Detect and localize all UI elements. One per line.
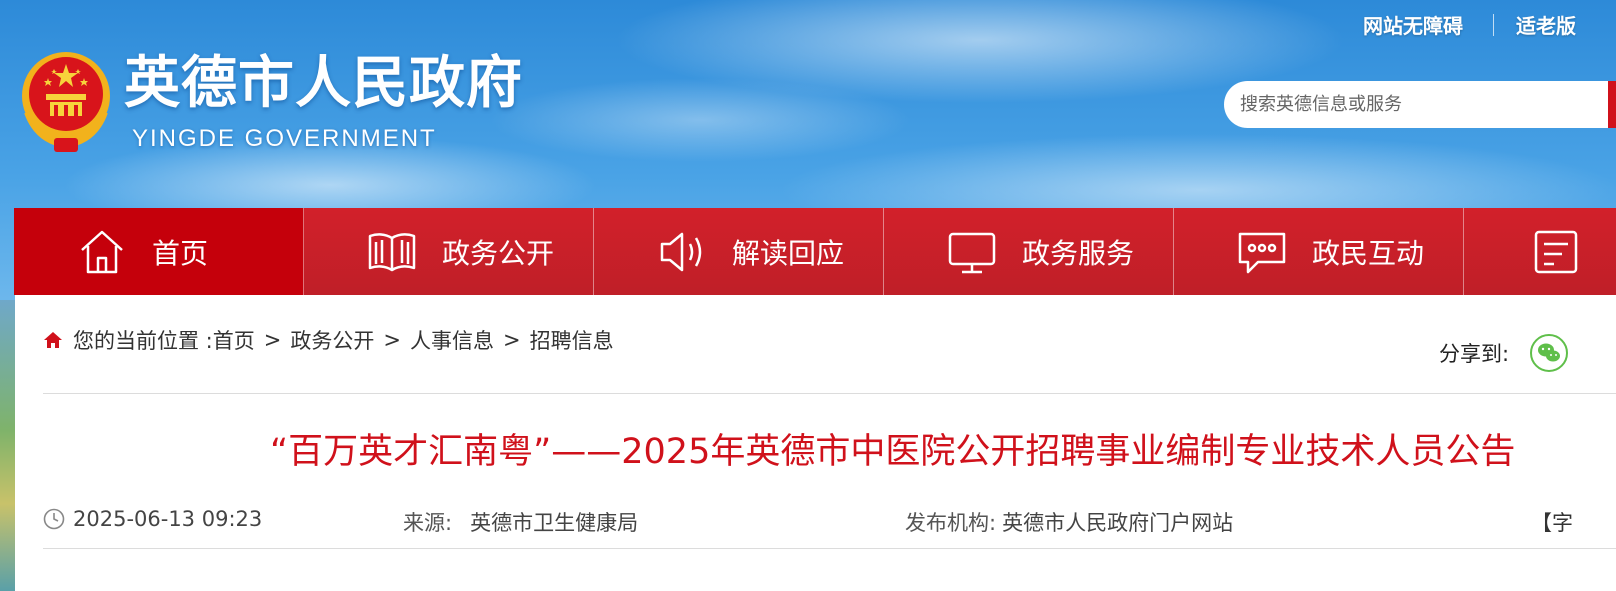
breadcrumb-separator: > xyxy=(502,328,521,352)
meta-divider xyxy=(43,548,1616,549)
background-landscape-strip xyxy=(0,300,15,591)
clock-icon xyxy=(43,508,65,530)
article-title: “百万英才汇南粤”——2025年英德市中医院公开招聘事业编制专业技术人员公告 xyxy=(270,432,1516,472)
share-bar: 分享到: xyxy=(1439,333,1569,373)
wechat-icon[interactable] xyxy=(1529,333,1569,373)
article-publisher: 发布机构: 英德市人民政府门户网站 xyxy=(905,507,1233,537)
nav-label-gov-affairs-open: 政务公开 xyxy=(442,236,555,270)
elderly-mode-link[interactable]: 适老版 xyxy=(1516,10,1576,39)
book-icon xyxy=(368,232,416,271)
nav-item-gov-services[interactable]: 政务服务 xyxy=(884,208,1174,295)
nav-item-more[interactable] xyxy=(1464,208,1616,295)
article-source: 来源: 英德市卫生健康局 xyxy=(403,507,638,537)
top-link-divider xyxy=(1493,13,1494,36)
main-nav: 首页 政务公开 解读回应 政务服务 政民互动 xyxy=(14,208,1616,295)
top-links: 网站无障碍 适老版 xyxy=(1363,10,1576,39)
nav-label-gov-services: 政务服务 xyxy=(1022,236,1135,270)
breadcrumb-personnel-info[interactable]: 人事信息 xyxy=(410,325,494,355)
search-button[interactable] xyxy=(1608,81,1616,128)
breadcrumb: 您的当前位置 : 首页 > 政务公开 > 人事信息 > 招聘信息 xyxy=(43,325,614,355)
breadcrumb-home[interactable]: 首页 xyxy=(213,325,255,355)
nav-item-interpretation[interactable]: 解读回应 xyxy=(594,208,884,295)
breadcrumb-separator: > xyxy=(383,328,401,352)
breadcrumb-prefix: 您的当前位置 : xyxy=(73,329,213,353)
content-area: 您的当前位置 : 首页 > 政务公开 > 人事信息 > 招聘信息 分享到: “百… xyxy=(15,295,1616,591)
search-input[interactable] xyxy=(1238,93,1562,116)
breadcrumb-separator: > xyxy=(263,328,282,352)
publisher-value: 英德市人民政府门户网站 xyxy=(1002,511,1234,535)
nav-item-home[interactable]: 首页 xyxy=(14,208,304,295)
national-emblem-logo xyxy=(22,52,110,152)
nav-label-home: 首页 xyxy=(152,236,209,270)
site-subtitle: YINGDE GOVERNMENT xyxy=(132,125,437,152)
source-value: 英德市卫生健康局 xyxy=(470,511,639,535)
nav-item-gov-affairs-open[interactable]: 政务公开 xyxy=(304,208,594,295)
nav-label-interaction: 政民互动 xyxy=(1312,236,1425,270)
home-icon xyxy=(44,332,62,348)
breadcrumb-divider xyxy=(43,393,1616,394)
site-title: 英德市人民政府 xyxy=(124,51,523,116)
source-label: 来源: xyxy=(403,511,453,535)
article-date: 2025-06-13 09:23 xyxy=(43,507,262,531)
home-icon xyxy=(81,230,123,273)
monitor-icon xyxy=(948,232,996,273)
publisher-label: 发布机构: xyxy=(905,511,997,535)
breadcrumb-recruitment-info[interactable]: 招聘信息 xyxy=(530,325,614,355)
breadcrumb-gov-affairs-open[interactable]: 政务公开 xyxy=(290,325,374,355)
checklist-icon xyxy=(1534,230,1578,273)
accessibility-link[interactable]: 网站无障碍 xyxy=(1363,10,1463,39)
search-box xyxy=(1224,81,1616,128)
font-size-control[interactable]: 【字 xyxy=(1531,507,1573,537)
article-date-value: 2025-06-13 09:23 xyxy=(73,507,263,531)
speaker-icon xyxy=(660,232,702,271)
nav-label-interpretation: 解读回应 xyxy=(732,236,845,270)
chat-icon xyxy=(1238,232,1286,273)
share-label: 分享到: xyxy=(1439,342,1510,366)
nav-item-interaction[interactable]: 政民互动 xyxy=(1174,208,1464,295)
